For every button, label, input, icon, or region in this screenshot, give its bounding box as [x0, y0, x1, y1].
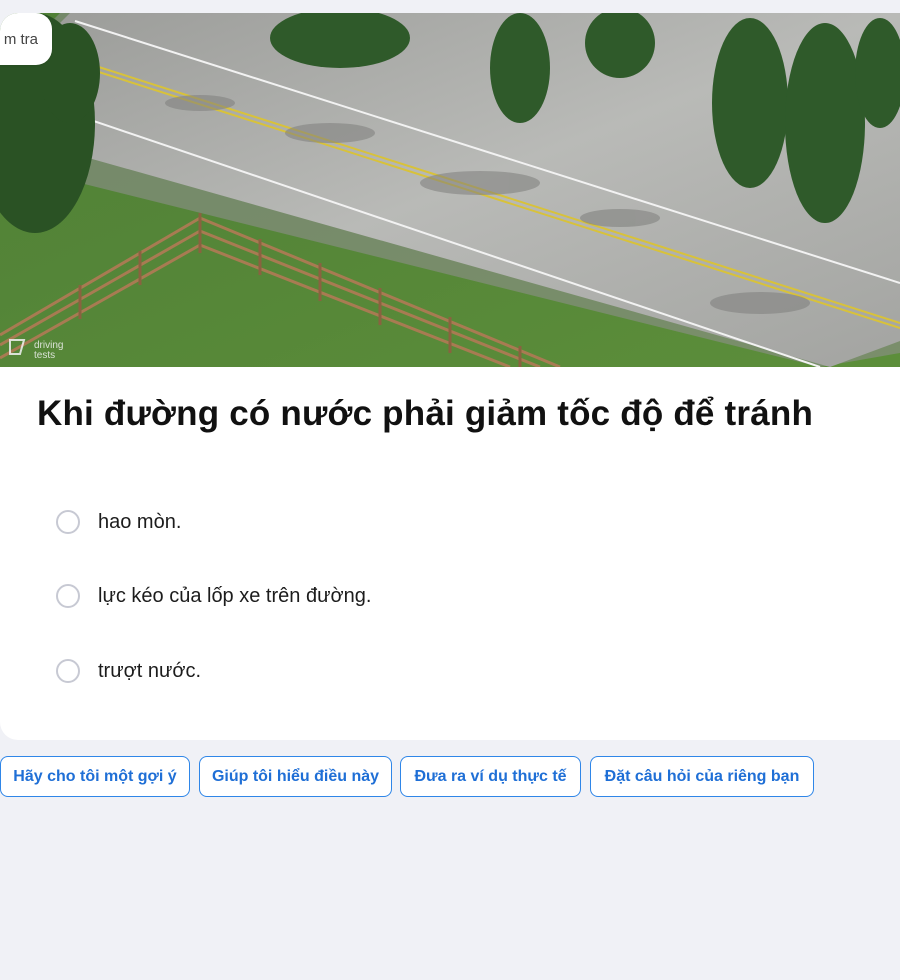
question-card: driving tests m tra — [0, 13, 900, 740]
radio-button[interactable] — [56, 510, 80, 534]
answer-option-label: hao mòn. — [98, 510, 182, 533]
question-illustration: driving tests — [0, 13, 900, 367]
answer-option-3[interactable]: trượt nước. — [56, 656, 201, 686]
real-example-button[interactable]: Đưa ra ví dụ thực tế — [400, 756, 581, 797]
radio-button[interactable] — [56, 584, 80, 608]
hint-button[interactable]: Hãy cho tôi một gợi ý — [0, 756, 190, 797]
section-tag[interactable]: m tra — [0, 13, 52, 65]
section-tag-label: m tra — [3, 30, 38, 48]
radio-button[interactable] — [56, 659, 80, 683]
explain-button[interactable]: Giúp tôi hiểu điều này — [199, 756, 392, 797]
question-text: Khi đường có nước phải giảm tốc độ để tr… — [37, 394, 814, 433]
answer-option-2[interactable]: lực kéo của lốp xe trên đường. — [56, 581, 371, 611]
answer-option-label: lực kéo của lốp xe trên đường. — [98, 584, 372, 607]
answer-option-label: trượt nước. — [98, 659, 202, 682]
answer-option-1[interactable]: hao mòn. — [56, 507, 181, 537]
logo-text-line2: tests — [34, 350, 55, 361]
ask-own-question-button[interactable]: Đặt câu hỏi của riêng bạn — [590, 756, 814, 797]
